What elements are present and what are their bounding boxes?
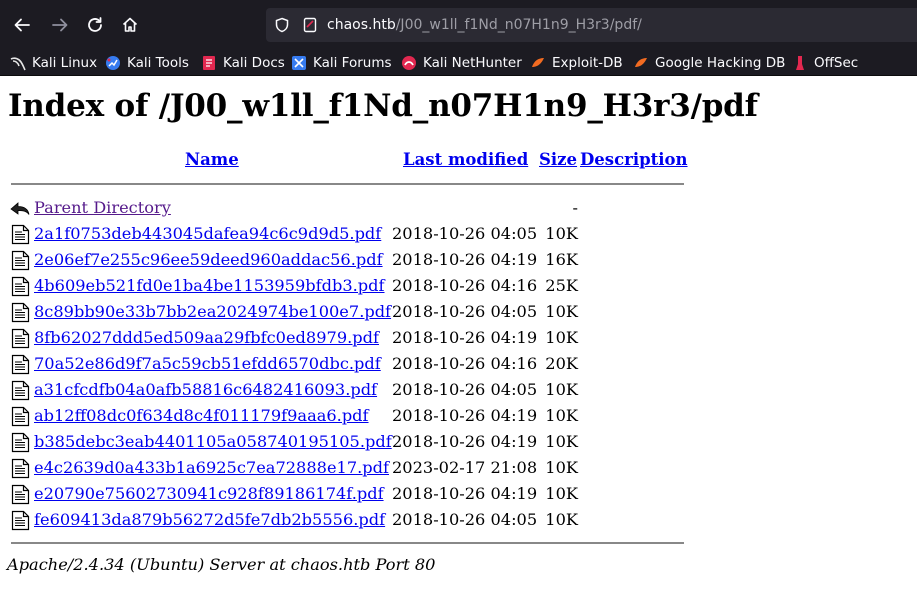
- file-size: 10K: [545, 224, 578, 243]
- sort-by-size-link[interactable]: Size: [539, 150, 577, 170]
- file-size: 25K: [545, 276, 578, 295]
- file-icon: [10, 328, 31, 349]
- bookmark-kali-nethunter[interactable]: Kali NetHunter: [401, 53, 522, 73]
- sort-by-name-link[interactable]: Name: [185, 150, 239, 170]
- ghdb-icon: [633, 55, 649, 71]
- bookmark-label: OffSec: [814, 55, 859, 71]
- footer-divider: [11, 542, 684, 544]
- file-link[interactable]: e20790e75602730941c928f89186174f.pdf: [34, 484, 384, 504]
- kali-forums-icon: [291, 55, 307, 71]
- back-icon[interactable]: [10, 13, 34, 37]
- file-size: 10K: [545, 406, 578, 425]
- file-link[interactable]: 70a52e86d9f7a5c59cb51efdd6570dbc.pdf: [34, 354, 381, 374]
- reload-icon[interactable]: [83, 13, 107, 37]
- file-link[interactable]: 8fb62027ddd5ed509aa29fbfc0ed8979.pdf: [34, 328, 379, 348]
- url-path: /J00_w1ll_f1Nd_n07H1n9_H3r3/pdf/: [395, 17, 642, 33]
- file-size: 10K: [545, 458, 578, 477]
- bookmark-kali-tools[interactable]: Kali Tools: [105, 53, 189, 73]
- file-icon: [10, 354, 31, 375]
- kali-dragon-icon: [10, 55, 26, 71]
- file-link[interactable]: b385debc3eab4401105a058740195105.pdf: [34, 432, 392, 452]
- file-size: 10K: [545, 380, 578, 399]
- page-info-icon[interactable]: [302, 17, 318, 37]
- bookmark-kali-linux[interactable]: Kali Linux: [10, 53, 97, 73]
- header-divider: [11, 183, 684, 185]
- file-size: 10K: [545, 432, 578, 451]
- server-signature: Apache/2.4.34 (Ubuntu) Server at chaos.h…: [7, 555, 436, 574]
- bookmark-label: Kali Forums: [313, 55, 392, 71]
- bookmark-google-hacking-db[interactable]: Google Hacking DB: [633, 53, 785, 73]
- file-link[interactable]: fe609413da879b56272d5fe7db2b5556.pdf: [34, 510, 385, 530]
- file-link[interactable]: 2a1f0753deb443045dafea94c6c9d9d5.pdf: [34, 224, 381, 244]
- file-size: 10K: [545, 328, 578, 347]
- file-last-modified: 2023-02-17 21:08: [392, 458, 538, 477]
- bookmark-label: Kali Linux: [32, 55, 98, 71]
- forward-icon[interactable]: [48, 13, 72, 37]
- sort-by-description-link[interactable]: Description: [580, 150, 688, 170]
- file-link[interactable]: 2e06ef7e255c96ee59deed960addac56.pdf: [34, 250, 383, 270]
- file-link[interactable]: 4b609eb521fd0e1ba4be1153959bfdb3.pdf: [34, 276, 385, 296]
- file-last-modified: 2018-10-26 04:19: [392, 328, 538, 347]
- bookmark-kali-forums[interactable]: Kali Forums: [291, 53, 392, 73]
- bookmark-label: Kali Tools: [127, 55, 189, 71]
- sort-by-last-modified-link[interactable]: Last modified: [403, 150, 528, 170]
- shield-icon[interactable]: [274, 17, 290, 37]
- file-icon: [10, 432, 31, 453]
- file-last-modified: 2018-10-26 04:19: [392, 484, 538, 503]
- file-last-modified: 2018-10-26 04:05: [392, 224, 538, 243]
- file-icon: [10, 276, 31, 297]
- file-last-modified: 2018-10-26 04:16: [392, 276, 538, 295]
- file-link[interactable]: 8c89bb90e33b7bb2ea2024974be100e7.pdf: [34, 302, 391, 322]
- parent-size: -: [572, 198, 578, 217]
- file-last-modified: 2018-10-26 04:19: [392, 250, 538, 269]
- parent-directory-link[interactable]: Parent Directory: [34, 198, 171, 218]
- file-icon: [10, 302, 31, 323]
- bookmark-kali-docs[interactable]: Kali Docs: [201, 53, 285, 73]
- file-link[interactable]: ab12ff08dc0f634d8c4f011179f9aaa6.pdf: [34, 406, 369, 426]
- home-icon[interactable]: [118, 13, 142, 37]
- kali-tools-icon: [105, 55, 121, 71]
- file-last-modified: 2018-10-26 04:05: [392, 380, 538, 399]
- bookmarks-bar: Kali Linux Kali Tools Kali Docs Kali For…: [0, 50, 917, 76]
- page-title: Index of /J00_w1ll_f1Nd_n07H1n9_H3r3/pdf: [8, 88, 758, 124]
- file-last-modified: 2018-10-26 04:19: [392, 406, 538, 425]
- file-size: 16K: [545, 250, 578, 269]
- file-icon: [10, 250, 31, 271]
- bookmark-label: Kali Docs: [223, 55, 285, 71]
- offsec-icon: [792, 55, 808, 71]
- file-link[interactable]: e4c2639d0a433b1a6925c7ea72888e17.pdf: [34, 458, 389, 478]
- file-last-modified: 2018-10-26 04:16: [392, 354, 538, 373]
- bookmark-exploit-db[interactable]: Exploit-DB: [530, 53, 623, 73]
- back-arrow-icon: [10, 198, 31, 219]
- file-icon: [10, 458, 31, 479]
- file-icon: [10, 406, 31, 427]
- bookmark-label: Exploit-DB: [552, 55, 623, 71]
- exploit-db-icon: [530, 55, 546, 71]
- file-size: 10K: [545, 302, 578, 321]
- file-link[interactable]: a31cfcdfb04a0afb58816c6482416093.pdf: [34, 380, 377, 400]
- file-icon: [10, 224, 31, 245]
- bookmark-label: Kali NetHunter: [423, 55, 522, 71]
- file-size: 20K: [545, 354, 578, 373]
- url-text[interactable]: chaos.htb/J00_w1ll_f1Nd_n07H1n9_H3r3/pdf…: [327, 16, 642, 34]
- browser-toolbar: chaos.htb/J00_w1ll_f1Nd_n07H1n9_H3r3/pdf…: [0, 0, 917, 50]
- file-icon: [10, 510, 31, 531]
- file-last-modified: 2018-10-26 04:05: [392, 510, 538, 529]
- file-icon: [10, 380, 31, 401]
- url-host: chaos.htb: [327, 17, 396, 33]
- file-last-modified: 2018-10-26 04:05: [392, 302, 538, 321]
- file-size: 10K: [545, 484, 578, 503]
- url-bar[interactable]: chaos.htb/J00_w1ll_f1Nd_n07H1n9_H3r3/pdf…: [266, 8, 917, 42]
- file-size: 10K: [545, 510, 578, 529]
- kali-docs-icon: [201, 55, 217, 71]
- file-last-modified: 2018-10-26 04:19: [392, 432, 538, 451]
- bookmark-offsec[interactable]: OffSec: [792, 53, 858, 73]
- file-icon: [10, 484, 31, 505]
- bookmark-label: Google Hacking DB: [655, 55, 786, 71]
- nethunter-icon: [401, 55, 417, 71]
